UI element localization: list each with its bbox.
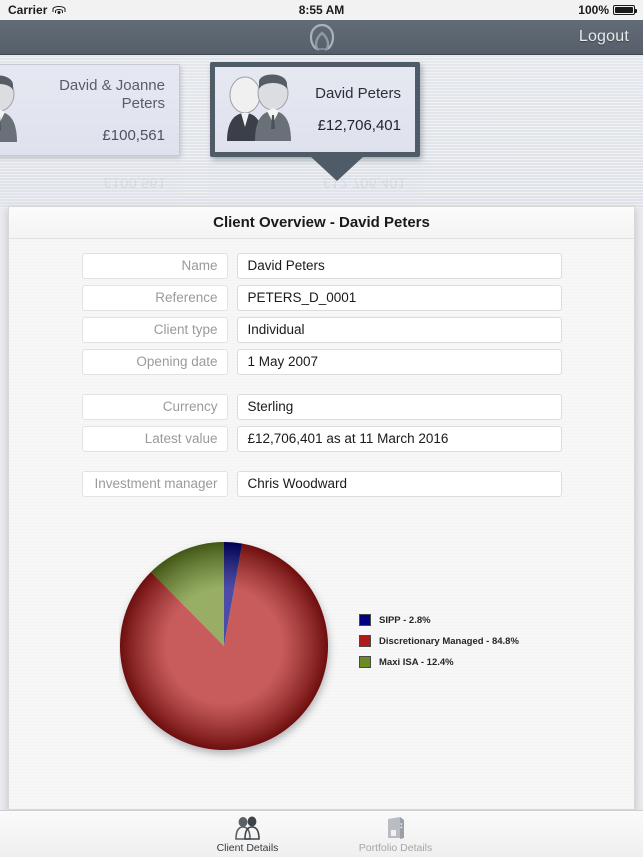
tab-portfolio-details-label: Portfolio Details (358, 842, 433, 854)
couple-avatar-icon (0, 72, 27, 149)
client-card-info: David Peters £12,706,401 (315, 85, 415, 134)
client-card-value: £100,561 (102, 126, 165, 144)
form-row-latest-value: Latest value £12,706,401 as at 11 March … (9, 426, 634, 452)
tab-client-details-label: Client Details (216, 842, 279, 854)
nav-bar: Logout (0, 20, 643, 55)
client-carousel[interactable]: £100,561 £12,706,401 David & Joanne Pete… (0, 56, 643, 208)
client-card-name: David Peters (315, 85, 401, 102)
value-latest-value[interactable]: £12,706,401 as at 11 March 2016 (236, 426, 562, 452)
card-reflection-value: £100,561 (103, 174, 166, 192)
label-opening-date: Opening date (81, 349, 228, 375)
tab-client-details[interactable]: Client Details (193, 816, 303, 854)
tab-bar: Client Details Portfolio Details (0, 810, 643, 857)
value-opening-date[interactable]: 1 May 2007 (236, 349, 562, 375)
client-card-info: David & Joanne Peters £100,561 (27, 77, 179, 144)
legend-swatch-discretionary-managed (359, 635, 371, 647)
chart-legend: SIPP - 2.8% Discretionary Managed - 84.8… (359, 614, 519, 677)
legend-label-discretionary-managed: Discretionary Managed - 84.8% (379, 635, 519, 647)
logout-button[interactable]: Logout (579, 28, 629, 46)
legend-label-sipp: SIPP - 2.8% (379, 614, 431, 626)
card-reflection-left: £100,561 (0, 159, 180, 207)
label-investment-manager: Investment manager (81, 471, 228, 497)
pie-chart (119, 539, 339, 764)
legend-item-sipp: SIPP - 2.8% (359, 614, 519, 626)
people-icon (193, 816, 303, 840)
client-details-form: Name David Peters Reference PETERS_D_000… (9, 239, 634, 497)
label-client-type: Client type (81, 317, 228, 343)
legend-swatch-maxi-isa (359, 656, 371, 668)
label-latest-value: Latest value (81, 426, 228, 452)
client-card-david-and-joanne-peters[interactable]: David & Joanne Peters £100,561 (0, 64, 180, 156)
value-name[interactable]: David Peters (236, 253, 562, 279)
briefcase-icon (341, 816, 451, 840)
label-name: Name (81, 253, 228, 279)
value-client-type[interactable]: Individual (236, 317, 562, 343)
client-overview-panel: Client Overview - David Peters Name Davi… (8, 206, 635, 810)
legend-label-maxi-isa: Maxi ISA - 12.4% (379, 656, 454, 668)
status-bar: Carrier 8:55 AM 100% (0, 0, 643, 20)
form-row-investment-manager: Investment manager Chris Woodward (9, 471, 634, 497)
app-root: Carrier 8:55 AM 100% Logout £100,561 £12… (0, 0, 643, 857)
value-currency[interactable]: Sterling (236, 394, 562, 420)
form-row-client-type: Client type Individual (9, 317, 634, 343)
value-reference[interactable]: PETERS_D_0001 (236, 285, 562, 311)
couple-avatar-icon (215, 71, 301, 148)
selected-card-pointer-icon (310, 156, 364, 181)
app-logo-m-icon (302, 20, 342, 54)
tab-portfolio-details[interactable]: Portfolio Details (341, 816, 451, 854)
portfolio-breakdown-chart: SIPP - 2.8% Discretionary Managed - 84.8… (9, 539, 634, 789)
legend-swatch-sipp (359, 614, 371, 626)
client-card-value: £12,706,401 (317, 117, 401, 134)
form-row-currency: Currency Sterling (9, 394, 634, 420)
client-card-name: David & Joanne Peters (59, 76, 165, 112)
page-title: Client Overview - David Peters (9, 207, 634, 239)
form-row-name: Name David Peters (9, 253, 634, 279)
battery-icon (613, 5, 637, 15)
pie-chart-svg (120, 542, 328, 750)
legend-item-maxi-isa: Maxi ISA - 12.4% (359, 656, 519, 668)
client-card-david-peters[interactable]: David Peters £12,706,401 (210, 62, 420, 157)
value-investment-manager[interactable]: Chris Woodward (236, 471, 562, 497)
legend-item-discretionary-managed: Discretionary Managed - 84.8% (359, 635, 519, 647)
status-bar-time: 8:55 AM (298, 3, 345, 17)
label-reference: Reference (81, 285, 228, 311)
label-currency: Currency (81, 394, 228, 420)
form-row-reference: Reference PETERS_D_0001 (9, 285, 634, 311)
form-row-opening-date: Opening date 1 May 2007 (9, 349, 634, 375)
